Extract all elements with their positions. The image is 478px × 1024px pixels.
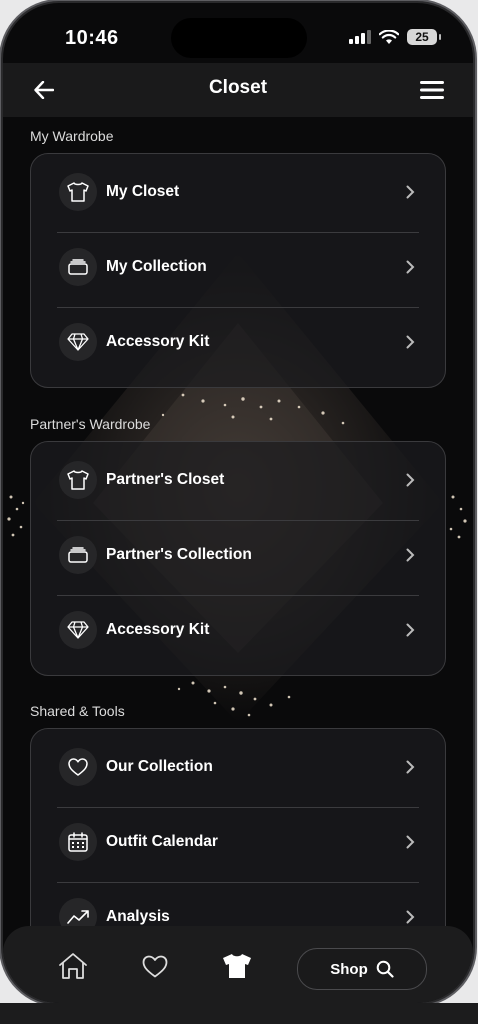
section-label-partners-wardrobe: Partner's Wardrobe	[30, 416, 151, 432]
section-label-shared-tools: Shared & Tools	[30, 703, 125, 719]
menu-item-label: Partner's Collection	[106, 545, 252, 563]
heart-icon	[59, 747, 97, 786]
status-icons: 25	[349, 29, 441, 45]
chevron-right-icon	[403, 335, 417, 349]
menu-item-partner-accessory-kit[interactable]: Accessory Kit	[31, 592, 445, 667]
section-label-my-wardrobe: My Wardrobe	[30, 128, 114, 144]
shop-button-label: Shop	[330, 960, 368, 978]
menu-item-label: Accessory Kit	[106, 620, 210, 638]
bottom-tab-bar: Shop	[3, 926, 473, 1003]
wifi-icon	[379, 29, 399, 44]
search-icon	[376, 960, 394, 978]
diamond-icon	[59, 322, 97, 361]
shop-button[interactable]: Shop	[297, 948, 427, 990]
tshirt-icon	[223, 954, 251, 978]
menu-item-label: Partner's Closet	[106, 470, 225, 488]
menu-item-our-collection[interactable]: Our Collection	[31, 729, 445, 804]
signal-icon	[349, 30, 371, 44]
menu-item-partners-collection[interactable]: Partner's Collection	[31, 517, 445, 592]
chevron-right-icon	[403, 835, 417, 849]
chevron-right-icon	[403, 260, 417, 274]
menu-item-label: My Closet	[106, 182, 180, 200]
phone-screen: 10:46 25 Closet My Wardrobe My Closet My…	[3, 3, 473, 1003]
chevron-right-icon	[403, 473, 417, 487]
stack-icon	[59, 247, 97, 286]
heart-icon	[142, 955, 168, 977]
menu-item-partners-closet[interactable]: Partner's Closet	[31, 442, 445, 517]
menu-item-label: My Collection	[106, 257, 207, 275]
chevron-right-icon	[403, 760, 417, 774]
menu-item-my-closet[interactable]: My Closet	[31, 154, 445, 229]
status-bar: 10:46 25	[3, 3, 473, 67]
dynamic-island	[171, 18, 307, 58]
tab-home[interactable]	[53, 946, 93, 986]
battery-indicator: 25	[407, 29, 441, 45]
card-my-wardrobe: My Closet My Collection Accessory Kit	[30, 153, 446, 388]
calendar-icon	[59, 822, 97, 861]
page-title: Closet	[208, 77, 268, 98]
menu-list[interactable]: My Wardrobe My Closet My Collection Acce…	[3, 117, 473, 1003]
menu-item-my-collection[interactable]: My Collection	[31, 229, 445, 304]
chevron-right-icon	[403, 623, 417, 637]
hamburger-icon	[420, 81, 444, 99]
top-nav-bar: Closet	[3, 63, 473, 117]
bottom-strip	[0, 1003, 478, 1024]
tshirt-icon	[59, 172, 97, 211]
menu-item-label: Our Collection	[106, 757, 213, 775]
menu-item-outfit-calendar[interactable]: Outfit Calendar	[31, 804, 445, 879]
tab-favorites[interactable]	[135, 946, 175, 986]
menu-button[interactable]	[417, 75, 447, 105]
tshirt-icon	[59, 460, 97, 499]
chevron-right-icon	[403, 910, 417, 924]
diamond-icon	[59, 610, 97, 649]
chevron-right-icon	[403, 185, 417, 199]
menu-item-label: Analysis	[106, 907, 170, 925]
home-icon	[59, 953, 87, 979]
menu-item-accessory-kit[interactable]: Accessory Kit	[31, 304, 445, 379]
status-time: 10:46	[65, 27, 119, 49]
stack-icon	[59, 535, 97, 574]
tab-closet[interactable]	[217, 946, 257, 986]
chevron-right-icon	[403, 548, 417, 562]
card-partners-wardrobe: Partner's Closet Partner's Collection Ac…	[30, 441, 446, 676]
menu-item-label: Outfit Calendar	[106, 832, 218, 850]
menu-item-label: Accessory Kit	[106, 332, 210, 350]
